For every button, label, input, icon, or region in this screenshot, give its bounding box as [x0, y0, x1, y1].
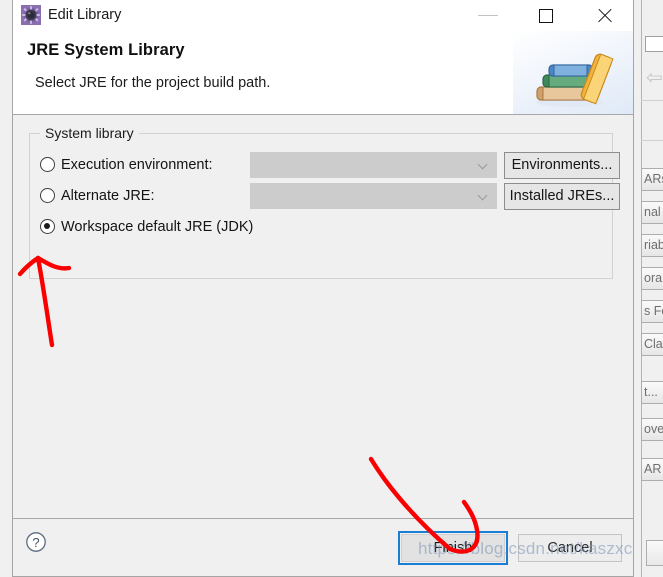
library-gear-icon — [21, 5, 41, 25]
chevron-down-icon — [479, 192, 487, 200]
edit-library-dialog: Edit Library JRE System Library Select J… — [12, 0, 634, 577]
background-button[interactable]: Class — [641, 333, 663, 356]
screen: ⇦ ARs... nal J riabl orary s Fol Class t… — [0, 0, 663, 577]
background-button[interactable]: ARs... — [641, 168, 663, 191]
page-subtitle: Select JRE for the project build path. — [35, 75, 271, 91]
maximize-button[interactable] — [523, 0, 569, 31]
header-banner-image — [513, 31, 633, 114]
dialog-header: JRE System Library Select JRE for the pr… — [13, 31, 633, 115]
dialog-content: System library Execution environment: En… — [13, 116, 633, 518]
minimize-icon — [478, 15, 498, 16]
minimize-button[interactable] — [465, 0, 511, 31]
alternate-jre-combo[interactable] — [250, 183, 497, 209]
background-button-column: ARs... nal J riabl orary s Fol Class t..… — [641, 168, 663, 498]
radio-execution-environment[interactable] — [40, 157, 55, 172]
finish-button[interactable]: Finish — [398, 531, 508, 565]
radio-workspace-default-jre[interactable] — [40, 219, 55, 234]
help-question-icon[interactable]: ? — [25, 531, 47, 553]
background-button[interactable]: ove — [641, 418, 663, 441]
page-title: JRE System Library — [27, 41, 185, 59]
cancel-button[interactable]: Cancel — [518, 534, 622, 562]
background-bottom-button[interactable] — [646, 540, 663, 566]
chevron-down-icon — [479, 161, 487, 169]
radio-label-execution-environment: Execution environment: — [61, 157, 213, 173]
radio-alternate-jre[interactable] — [40, 188, 55, 203]
dialog-titlebar: Edit Library — [13, 0, 633, 31]
dialog-title: Edit Library — [48, 7, 122, 23]
background-button[interactable]: t... — [641, 381, 663, 404]
background-button[interactable]: AR — [641, 458, 663, 481]
close-icon — [598, 8, 612, 23]
maximize-icon — [539, 9, 553, 23]
installed-jres-button[interactable]: Installed JREs... — [504, 183, 620, 210]
radio-label-alternate-jre: Alternate JRE: — [61, 188, 155, 204]
background-divider — [641, 100, 663, 101]
group-legend: System library — [40, 125, 139, 141]
background-panel-box — [645, 36, 663, 52]
dialog-footer: ? Finish Cancel — [13, 518, 633, 576]
close-button[interactable] — [581, 0, 627, 31]
environments-button[interactable]: Environments... — [504, 152, 620, 179]
background-button[interactable]: riabl — [641, 234, 663, 257]
radio-label-workspace-default-jre: Workspace default JRE (JDK) — [61, 219, 254, 235]
execution-environment-combo[interactable] — [250, 152, 497, 178]
svg-text:?: ? — [32, 535, 39, 550]
arrow-left-icon: ⇦ — [646, 67, 663, 89]
system-library-group: System library Execution environment: En… — [29, 125, 620, 279]
background-button[interactable]: orary — [641, 267, 663, 290]
background-divider — [641, 140, 663, 141]
background-button[interactable]: nal J — [641, 201, 663, 224]
background-button[interactable]: s Fol — [641, 300, 663, 323]
books-stack-icon — [536, 53, 614, 107]
